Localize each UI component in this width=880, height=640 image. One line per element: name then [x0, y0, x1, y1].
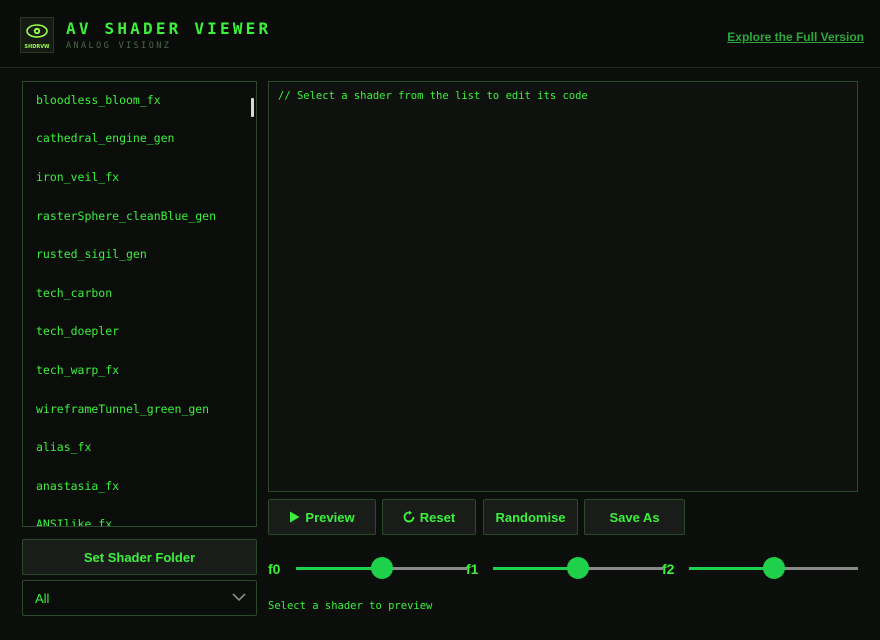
randomise-button[interactable]: Randomise [483, 499, 578, 535]
reset-icon [403, 511, 415, 523]
play-icon [290, 511, 300, 523]
list-item[interactable]: anastasia_fx [36, 476, 119, 496]
slider-handle[interactable] [762, 557, 785, 579]
app-header: SHDRVW AV SHADER VIEWER ANALOG VISIONZ E… [0, 0, 880, 68]
app-subtitle: ANALOG VISIONZ [66, 41, 172, 51]
slider-f2[interactable] [689, 557, 858, 579]
preview-button-label: Preview [305, 509, 355, 525]
save-as-button[interactable]: Save As [584, 499, 685, 535]
status-text: Select a shader to preview [268, 600, 433, 612]
slider-handle[interactable] [567, 557, 589, 579]
slider-f1[interactable] [493, 557, 663, 579]
list-item[interactable]: wireframeTunnel_green_gen [36, 399, 209, 419]
list-scrollbar[interactable] [251, 98, 254, 117]
code-editor[interactable]: // Select a shader from the list to edit… [268, 81, 858, 492]
editor-placeholder: // Select a shader from the list to edit… [278, 90, 588, 102]
randomise-button-label: Randomise [495, 509, 566, 525]
list-item[interactable]: bloodless_bloom_fx [36, 90, 161, 110]
explore-full-version-link[interactable]: Explore the Full Version [727, 30, 864, 44]
logo-text: SHDRVW [24, 44, 50, 50]
list-item[interactable]: rusted_sigil_gen [36, 244, 147, 264]
slider-label-f0: f0 [268, 561, 281, 577]
app-title: AV SHADER VIEWER [66, 19, 272, 38]
reset-button-label: Reset [419, 509, 456, 525]
filter-select[interactable]: All [22, 580, 257, 616]
slider-f0[interactable] [296, 557, 467, 579]
list-item[interactable]: alias_fx [36, 437, 91, 457]
filter-select-value: All [35, 591, 50, 606]
list-item[interactable]: cathedral_engine_gen [36, 128, 174, 148]
chevron-down-icon [232, 593, 246, 602]
set-shader-folder-button[interactable]: Set Shader Folder [22, 539, 257, 575]
slider-fill [689, 567, 774, 570]
list-item[interactable]: tech_carbon [36, 283, 112, 303]
slider-fill [296, 567, 382, 570]
slider-fill [493, 567, 578, 570]
preview-button[interactable]: Preview [268, 499, 376, 535]
list-item[interactable]: ANSIlike_fx [36, 514, 112, 526]
save-as-button-label: Save As [609, 509, 660, 525]
list-item[interactable]: tech_doepler [36, 321, 119, 341]
reset-button[interactable]: Reset [382, 499, 476, 535]
list-item[interactable]: tech_warp_fx [36, 360, 119, 380]
list-item[interactable]: rasterSphere_cleanBlue_gen [36, 206, 216, 226]
eye-icon [26, 24, 48, 38]
list-item[interactable]: iron_veil_fx [36, 167, 119, 187]
slider-label-f2: f2 [662, 561, 675, 577]
slider-label-f1: f1 [466, 561, 479, 577]
shader-list[interactable]: bloodless_bloom_fx cathedral_engine_gen … [22, 81, 257, 527]
app-logo: SHDRVW [20, 17, 54, 53]
slider-handle[interactable] [370, 557, 393, 579]
